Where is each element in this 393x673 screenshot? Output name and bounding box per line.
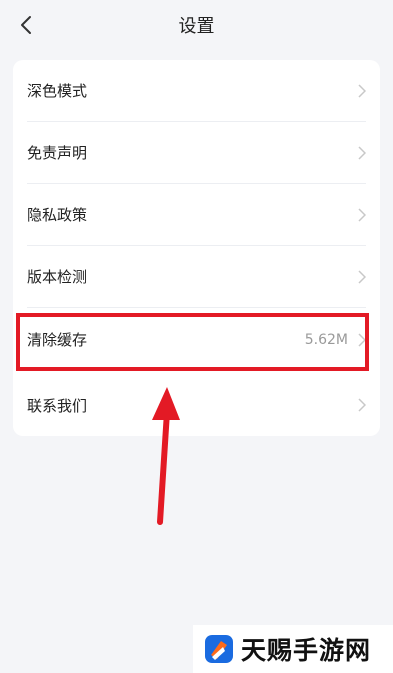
chevron-right-icon <box>358 83 366 98</box>
settings-item-privacy-policy[interactable]: 隐私政策 <box>27 184 366 246</box>
chevron-right-icon <box>358 269 366 284</box>
navigation-bar: 设置 <box>0 0 393 52</box>
settings-screen: 设置 深色模式 免责声明 隐私政策 版本检测 清除缓存 5.62M 联系我们 天… <box>0 0 393 673</box>
settings-item-label: 联系我们 <box>27 396 88 415</box>
settings-item-label: 版本检测 <box>27 268 88 286</box>
settings-item-version-check[interactable]: 版本检测 <box>27 246 366 308</box>
chevron-right-icon <box>358 207 366 222</box>
chevron-right-icon <box>358 332 366 347</box>
settings-item-label: 深色模式 <box>27 82 88 100</box>
settings-item-disclaimer[interactable]: 免责声明 <box>27 122 366 184</box>
page-title: 设置 <box>178 16 215 37</box>
settings-list: 深色模式 免责声明 隐私政策 版本检测 清除缓存 5.62M 联系我们 <box>13 60 380 436</box>
watermark: 天赐手游网 <box>193 625 393 673</box>
watermark-text: 天赐手游网 <box>241 636 372 665</box>
settings-item-label: 免责声明 <box>27 144 88 162</box>
settings-item-clear-cache[interactable]: 清除缓存 5.62M <box>27 309 366 371</box>
chevron-right-icon <box>358 398 366 412</box>
chevron-right-icon <box>358 145 366 160</box>
settings-item-label: 隐私政策 <box>27 206 88 224</box>
settings-item-label: 清除缓存 <box>27 331 88 349</box>
settings-item-contact-us[interactable]: 联系我们 <box>27 374 366 436</box>
cache-size-value: 5.62M <box>304 331 348 348</box>
logo-icon <box>205 635 233 663</box>
settings-item-dark-mode[interactable]: 深色模式 <box>27 60 366 122</box>
